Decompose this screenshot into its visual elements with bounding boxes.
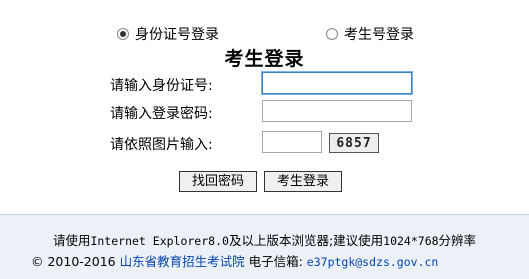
captcha-image[interactable]: 6857: [329, 133, 379, 153]
login-mode-selector: 身份证号登录 考生号登录: [0, 24, 529, 46]
browser-note-suffix: 分辨率: [438, 233, 477, 248]
captcha-row: 请依照图片输入: 6857: [0, 131, 529, 155]
captcha-input[interactable]: [262, 131, 322, 153]
browser-note-prefix: 请使用: [52, 233, 91, 248]
radio-examinee-number-label: 考生号登录: [344, 27, 414, 43]
page-title: 考生登录: [224, 48, 305, 70]
password-input[interactable]: [262, 100, 412, 122]
org-name-link[interactable]: 山东省教育招生考试院: [120, 254, 245, 269]
email-link[interactable]: e37ptgk@sdzs.gov.cn: [307, 255, 439, 269]
login-button[interactable]: 考生登录: [264, 171, 342, 192]
browser-note: 请使用Internet Explorer8.0及以上版本浏览器;建议使用1024…: [0, 230, 529, 249]
captcha-label: 请依照图片输入:: [110, 137, 213, 153]
radio-circle-icon[interactable]: [117, 28, 129, 40]
password-row: 请输入登录密码:: [0, 100, 529, 124]
radio-examinee-number-login[interactable]: 考生号登录: [326, 24, 414, 44]
action-buttons: 找回密码 考生登录: [0, 171, 529, 193]
footer: 请使用Internet Explorer8.0及以上版本浏览器;建议使用1024…: [0, 215, 529, 279]
id-number-row: 请输入身份证号:: [0, 72, 529, 96]
radio-id-login-label: 身份证号登录: [135, 27, 219, 43]
resolution-text: 1024*768: [383, 234, 439, 248]
radio-id-login[interactable]: 身份证号登录: [117, 24, 219, 44]
browser-note-mid: 及以上版本浏览器;建议使用: [228, 233, 384, 248]
email-label: 电子信箱:: [248, 254, 303, 269]
browser-name: Internet Explorer8.0: [90, 234, 229, 248]
password-label: 请输入登录密码:: [110, 106, 213, 122]
radio-selected-dot-icon: [120, 31, 126, 37]
copyright-text: © 2010-2016: [31, 254, 116, 269]
radio-circle-icon[interactable]: [326, 28, 338, 40]
find-password-button[interactable]: 找回密码: [179, 171, 257, 192]
id-number-input[interactable]: [262, 72, 412, 94]
copyright-line: © 2010-2016 山东省教育招生考试院 电子信箱: e37ptgk@sdz…: [31, 251, 438, 270]
id-number-label: 请输入身份证号:: [110, 78, 213, 94]
